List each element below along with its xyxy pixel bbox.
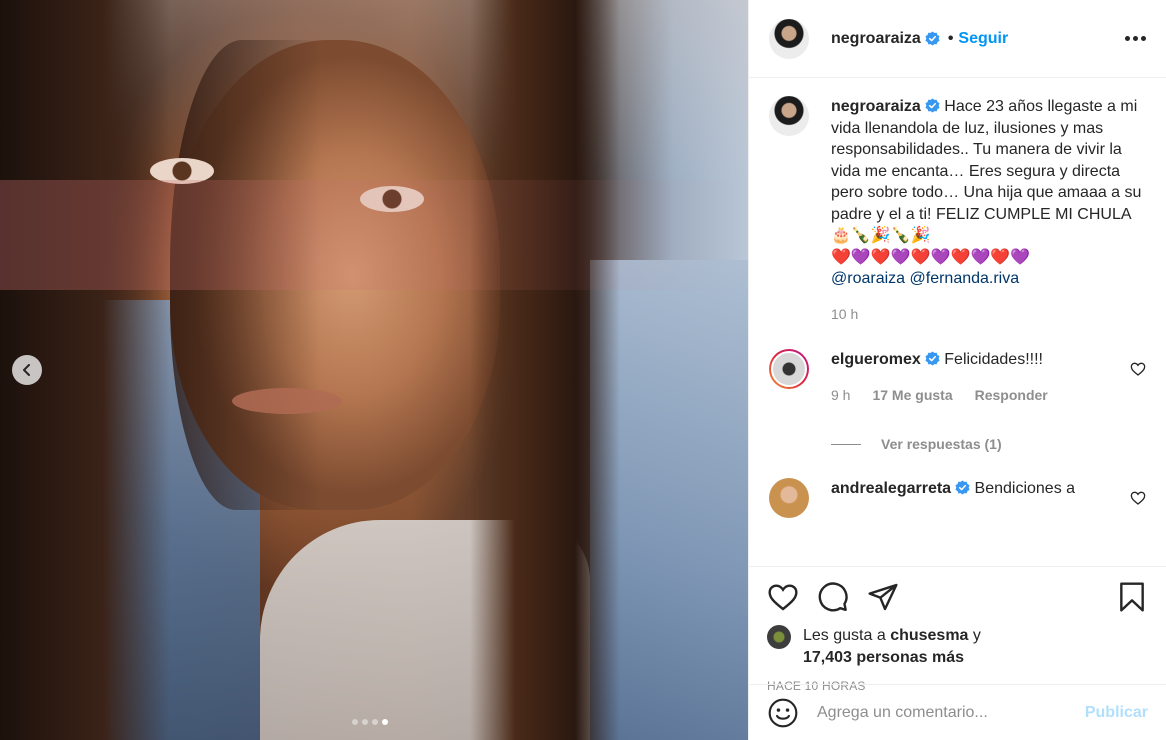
photo-hair-right — [470, 0, 620, 740]
likes-count[interactable]: 17,403 personas más — [803, 649, 964, 666]
comment-time[interactable]: 9 h — [831, 385, 850, 407]
comment-text: Bendiciones a — [974, 480, 1076, 497]
liker-username[interactable]: chusesma — [890, 627, 968, 644]
likes-conj: y — [972, 627, 981, 644]
post-actions: Les gusta a chusesma y 17,403 personas m… — [749, 566, 1166, 693]
comments-list: negroaraiza Hace 23 años llegaste a mi v… — [749, 78, 1166, 566]
view-replies-button[interactable]: Ver respuestas (1) — [831, 436, 1146, 452]
likes-summary: Les gusta a chusesma y 17,403 personas m… — [767, 625, 1148, 669]
comment-like-heart-icon[interactable] — [1130, 490, 1146, 506]
comment-bubble-icon[interactable] — [817, 581, 849, 613]
caption-time[interactable]: 10 h — [831, 304, 858, 326]
carousel-prev-button[interactable] — [12, 355, 42, 385]
post-sidebar: negroaraiza • Seguir negroaraiza Hace 23… — [748, 0, 1166, 740]
carousel-dot-active — [382, 719, 388, 725]
likes-text: Les gusta a chusesma y 17,403 personas m… — [803, 625, 981, 669]
paper-plane-icon[interactable] — [867, 581, 899, 613]
post-header: negroaraiza • Seguir — [749, 0, 1166, 78]
comment-username[interactable]: elgueromex — [831, 351, 921, 368]
commenter-avatar[interactable] — [769, 349, 809, 389]
publish-button[interactable]: Publicar — [1085, 704, 1148, 722]
caption-text: Hace 23 años llegaste a mi vida llenando… — [831, 98, 1142, 244]
comment-meta: 9 h 17 Me gusta Responder — [831, 385, 1122, 407]
comment-text: Felicidades!!!! — [944, 351, 1043, 368]
mention-link[interactable]: @fernanda.riva — [910, 270, 1020, 287]
photo-light-flare — [0, 180, 748, 290]
chevron-left-icon — [23, 364, 30, 376]
heart-icon[interactable] — [767, 581, 799, 613]
post-dialog: negroaraiza • Seguir negroaraiza Hace 23… — [0, 0, 1166, 740]
commenter-avatar[interactable] — [769, 478, 809, 518]
caption-meta: 10 h — [831, 304, 1146, 326]
ellipsis-icon[interactable] — [1125, 30, 1146, 47]
caption: negroaraiza Hace 23 años llegaste a mi v… — [769, 96, 1146, 325]
follow-button[interactable]: Seguir — [958, 30, 1008, 48]
action-icons — [767, 577, 1148, 617]
liker-avatar[interactable] — [767, 625, 791, 649]
author-avatar[interactable] — [769, 96, 809, 136]
mention-link[interactable]: @roaraiza — [831, 270, 905, 287]
header-separator: • — [947, 29, 954, 47]
carousel-dot — [352, 719, 358, 725]
comment-likes[interactable]: 17 Me gusta — [872, 385, 952, 407]
verified-badge-icon — [955, 480, 970, 495]
verified-badge-icon — [925, 31, 940, 46]
reply-button[interactable]: Responder — [975, 385, 1048, 407]
caption-hearts: ❤️💜❤️💜❤️💜❤️💜❤️💜 — [831, 248, 1031, 266]
caption-username[interactable]: negroaraiza — [831, 98, 921, 115]
smiley-icon[interactable] — [767, 697, 799, 729]
post-photo — [0, 0, 748, 740]
author-username[interactable]: negroaraiza — [831, 30, 921, 48]
verified-badge-icon — [925, 351, 940, 366]
add-comment-bar: Publicar — [749, 684, 1166, 740]
photo-mouth — [232, 388, 342, 414]
view-replies-label: Ver respuestas (1) — [881, 436, 1002, 452]
comment-item: elgueromex Felicidades!!!! 9 h 17 Me gus… — [769, 349, 1146, 406]
comment-body: andrealegarreta Bendiciones a — [831, 478, 1122, 518]
carousel-indicator — [352, 719, 388, 725]
comment-username[interactable]: andrealegarreta — [831, 480, 951, 497]
carousel-dot — [372, 719, 378, 725]
author-avatar[interactable] — [769, 18, 809, 59]
bookmark-icon[interactable] — [1116, 581, 1148, 613]
verified-badge-icon — [925, 98, 940, 113]
comment-item: andrealegarreta Bendiciones a — [769, 478, 1146, 518]
caption-body: negroaraiza Hace 23 años llegaste a mi v… — [831, 96, 1146, 325]
likes-prefix: Les gusta a — [803, 627, 886, 644]
comment-like-heart-icon[interactable] — [1130, 361, 1146, 377]
replies-line — [831, 443, 861, 445]
comment-body: elgueromex Felicidades!!!! 9 h 17 Me gus… — [831, 349, 1122, 406]
comment-input[interactable] — [817, 703, 1085, 722]
carousel-dot — [362, 719, 368, 725]
